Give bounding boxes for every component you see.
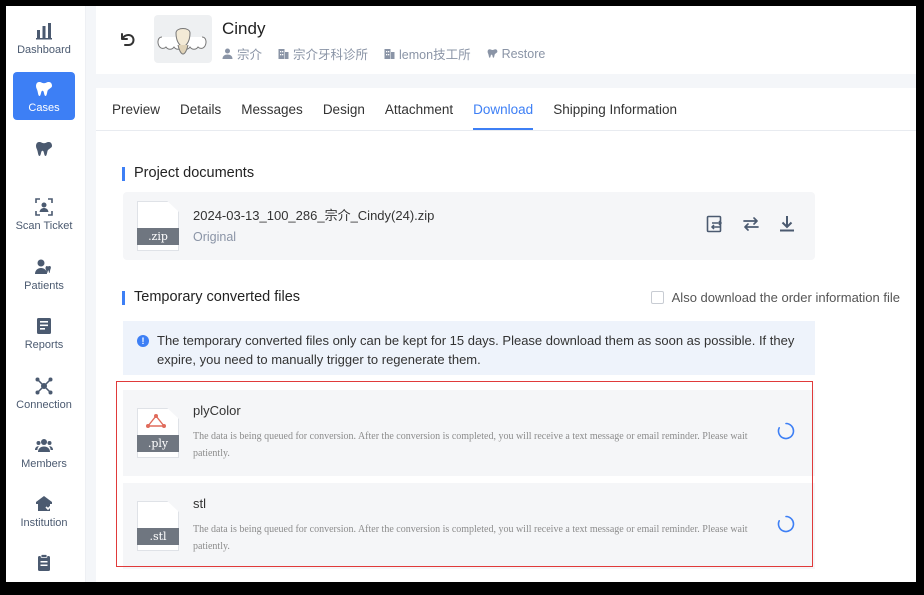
clipboard-icon (34, 553, 54, 573)
sidebar-item-clipboard[interactable] (13, 540, 75, 582)
sidebar-item-label: Patients (24, 279, 64, 292)
sidebar: Dashboard Cases Scan Ticket Patients Rep… (6, 6, 86, 582)
sidebar-item-label: Institution (20, 516, 68, 529)
highlight-annotation (116, 381, 813, 567)
patient-name: Cindy (222, 19, 266, 38)
tabs-divider (96, 130, 916, 131)
app-window: Dashboard Cases Scan Ticket Patients Rep… (6, 6, 916, 582)
person-icon (222, 48, 233, 59)
doctor-name: 宗介 (237, 48, 263, 62)
tab-preview[interactable]: Preview (112, 88, 170, 130)
case-type: Restore (501, 46, 546, 61)
tab-details[interactable]: Details (170, 88, 231, 130)
sidebar-item-scan-ticket[interactable]: Scan Ticket (13, 190, 75, 238)
building-icon (384, 48, 395, 59)
document-file-type: Original (193, 230, 237, 244)
zip-file-icon: .zip (137, 201, 179, 251)
patients-icon (34, 257, 54, 277)
notice-text: The temporary converted files only can b… (157, 333, 795, 367)
case-type-info: Restore (487, 44, 546, 63)
checkbox-label: Also download the order information file (671, 290, 900, 305)
sidebar-item-connection[interactable]: Connection (13, 369, 75, 417)
tooth-icon (34, 79, 54, 99)
institution-icon (34, 494, 54, 514)
tooth-icon (487, 48, 498, 59)
sidebar-item-cases[interactable]: Cases (13, 72, 75, 120)
tooth-icon (34, 139, 54, 159)
tab-bar: Preview Details Messages Design Attachme… (112, 88, 687, 130)
scan-icon (34, 197, 54, 217)
lab-info: lemon技工所 (384, 44, 471, 63)
temporary-files-title: Temporary converted files (122, 289, 300, 305)
doctor-info: 宗介 (222, 44, 262, 63)
info-icon: ! (137, 335, 149, 347)
download-icon[interactable] (777, 214, 797, 234)
tab-messages[interactable]: Messages (231, 88, 313, 130)
sidebar-item-institution[interactable]: Institution (13, 487, 75, 535)
back-icon[interactable] (116, 28, 138, 50)
clinic-info: 宗介牙科诊所 (278, 44, 368, 63)
sidebar-item-label: Dashboard (17, 43, 71, 56)
members-icon (34, 435, 54, 455)
document-file-name: 2024-03-13_100_286_宗介_Cindy(24).zip (193, 208, 435, 223)
sidebar-item-label: Reports (24, 338, 64, 351)
sidebar-item-members[interactable]: Members (13, 428, 75, 476)
sidebar-item-label: Scan Ticket (15, 219, 73, 232)
connection-icon (34, 376, 54, 396)
tab-download[interactable]: Download (463, 88, 543, 130)
expiry-notice: ! The temporary converted files only can… (123, 321, 815, 375)
tab-design[interactable]: Design (313, 88, 375, 130)
case-thumbnail[interactable] (154, 15, 212, 63)
order-info-checkbox[interactable]: Also download the order information file (650, 290, 900, 305)
bar-chart-icon (34, 21, 54, 41)
case-header: Cindy 宗介 宗介牙科诊所 lemon技工所 Restore (96, 6, 916, 74)
project-document-row: .zip 2024-03-13_100_286_宗介_Cindy(24).zip… (123, 192, 815, 260)
sidebar-item-label: Cases (28, 101, 60, 114)
sidebar-item-tooth[interactable] (13, 126, 75, 174)
tab-shipping-information[interactable]: Shipping Information (543, 88, 687, 130)
main-area: Cindy 宗介 宗介牙科诊所 lemon技工所 Restore Preview… (86, 6, 916, 582)
tab-attachment[interactable]: Attachment (375, 88, 463, 130)
report-icon (34, 316, 54, 336)
document-actions (705, 214, 797, 234)
convert-icon[interactable] (705, 214, 725, 234)
sidebar-item-dashboard[interactable]: Dashboard (13, 14, 75, 62)
sidebar-item-label: Connection (16, 398, 72, 411)
project-documents-title: Project documents (122, 165, 254, 181)
building-icon (278, 48, 289, 59)
case-meta: 宗介 宗介牙科诊所 lemon技工所 Restore (222, 44, 545, 63)
lab-name: lemon技工所 (399, 48, 471, 62)
file-ext-label: .zip (137, 228, 179, 245)
checkbox-box[interactable] (650, 291, 664, 304)
sidebar-item-patients[interactable]: Patients (13, 250, 75, 298)
transfer-icon[interactable] (741, 214, 761, 234)
sidebar-item-label: Members (21, 457, 67, 470)
content-card: Preview Details Messages Design Attachme… (96, 88, 916, 582)
sidebar-item-reports[interactable]: Reports (13, 309, 75, 357)
clinic-name: 宗介牙科诊所 (293, 48, 369, 62)
